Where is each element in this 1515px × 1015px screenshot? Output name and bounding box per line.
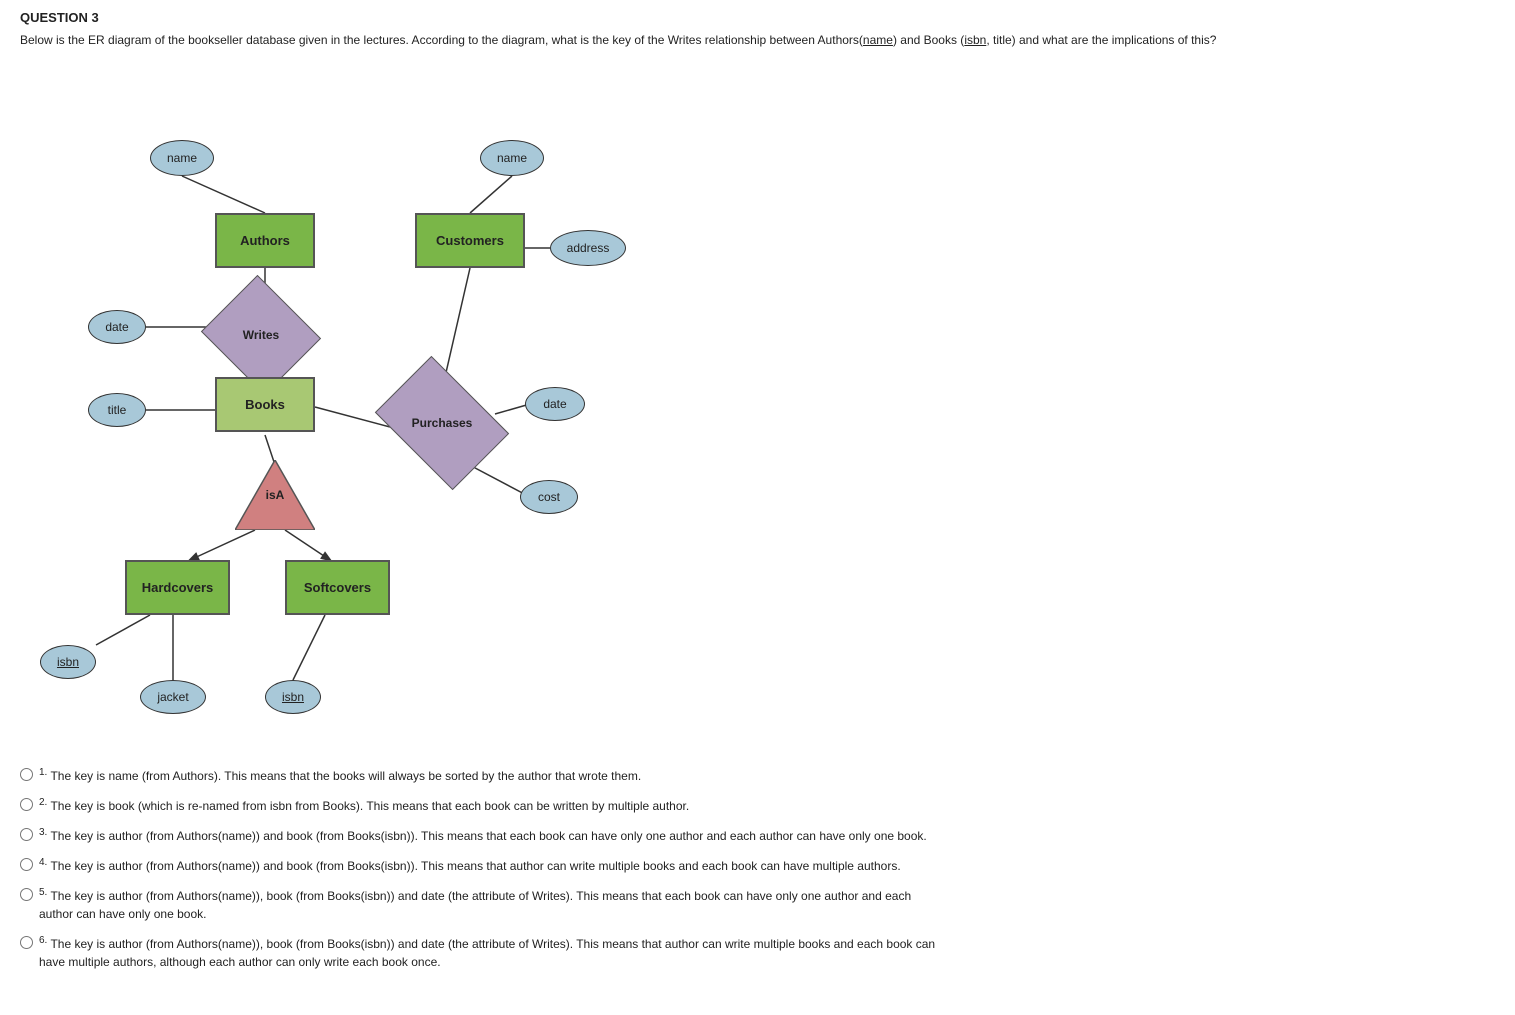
date-writes-ellipse: date [88, 310, 146, 344]
option-1: 1. The key is name (from Authors). This … [20, 765, 1495, 785]
question-text: Below is the ER diagram of the bookselle… [20, 31, 1495, 49]
radio-4[interactable] [20, 858, 33, 871]
radio-2[interactable] [20, 798, 33, 811]
question-header: QUESTION 3 [20, 10, 1495, 25]
jacket-ellipse: jacket [140, 680, 206, 714]
hardcovers-entity: Hardcovers [125, 560, 230, 615]
name-ellipse-customers: name [480, 140, 544, 176]
option-2: 2. The key is book (which is re-named fr… [20, 795, 1495, 815]
radio-6[interactable] [20, 936, 33, 949]
radio-1[interactable] [20, 768, 33, 781]
option-5: 5. The key is author (from Authors(name)… [20, 885, 1495, 923]
books-entity: Books [215, 377, 315, 432]
title-ellipse: title [88, 393, 146, 427]
option-3: 3. The key is author (from Authors(name)… [20, 825, 1495, 845]
authors-entity: Authors [215, 213, 315, 268]
purchases-relationship: Purchases [387, 383, 497, 463]
date-purchases-ellipse: date [525, 387, 585, 421]
answer-options: 1. The key is name (from Authors). This … [20, 765, 1495, 971]
address-ellipse: address [550, 230, 626, 266]
isbn-right-ellipse: isbn [265, 680, 321, 714]
radio-5[interactable] [20, 888, 33, 901]
option-4: 4. The key is author (from Authors(name)… [20, 855, 1495, 875]
cost-ellipse: cost [520, 480, 578, 514]
option-6: 6. The key is author (from Authors(name)… [20, 933, 1495, 971]
customers-entity: Customers [415, 213, 525, 268]
writes-relationship: Writes [216, 295, 306, 375]
isbn-left-ellipse: isbn [40, 645, 96, 679]
softcovers-entity: Softcovers [285, 560, 390, 615]
radio-3[interactable] [20, 828, 33, 841]
name-ellipse-authors: name [150, 140, 214, 176]
er-diagram: name name Authors Customers address date… [20, 65, 670, 745]
isa-triangle: isA [235, 460, 315, 530]
